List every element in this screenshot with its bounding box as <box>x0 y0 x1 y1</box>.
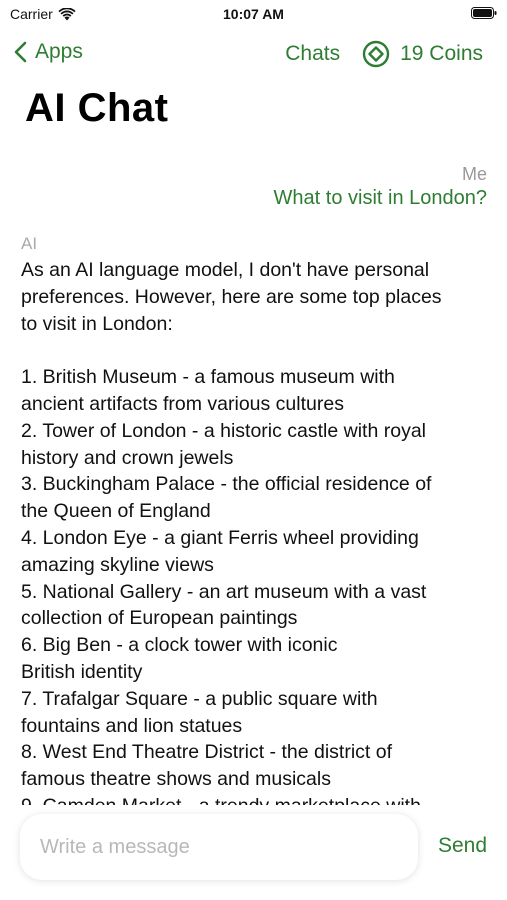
chevron-left-icon <box>14 41 27 63</box>
coin-icon <box>362 40 390 68</box>
message-list[interactable]: Me What to visit in London? AI As an AI … <box>0 160 507 805</box>
nav-actions: Chats 19 Coins <box>285 40 483 68</box>
coins-button[interactable]: 19 Coins <box>362 40 483 68</box>
ai-message-sender: AI <box>21 234 38 253</box>
send-button[interactable]: Send <box>438 834 487 858</box>
battery-icon <box>471 7 497 19</box>
status-time: 10:07 AM <box>223 6 284 22</box>
back-label: Apps <box>35 40 83 63</box>
coins-label: 19 Coins <box>400 42 483 65</box>
back-button[interactable]: Apps <box>14 40 83 64</box>
user-message-text: What to visit in London? <box>273 187 487 209</box>
ai-message-text: As an AI language model, I don't have pe… <box>21 259 442 805</box>
chats-button[interactable]: Chats <box>285 42 340 66</box>
status-bar: Carrier 10:07 AM <box>0 0 507 28</box>
navigation-bar: Apps Chats 19 Coins <box>0 36 507 70</box>
page-title: AI Chat <box>25 86 169 130</box>
message-input[interactable] <box>20 814 418 880</box>
user-message-sender: Me <box>461 164 487 184</box>
message-composer: Send <box>0 814 507 884</box>
